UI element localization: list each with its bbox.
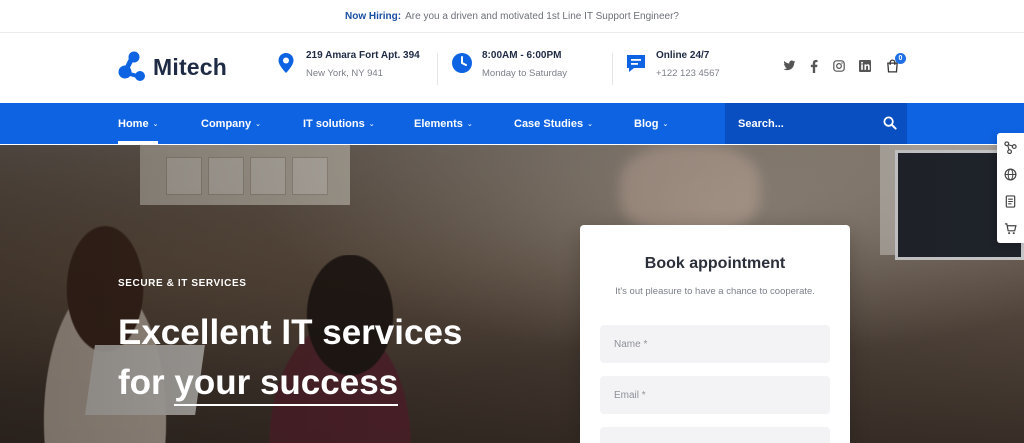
nav-item-home[interactable]: Home ⌄ bbox=[118, 103, 159, 144]
globe-icon[interactable] bbox=[1004, 168, 1017, 181]
header-support: Online 24/7 +122 123 4567 bbox=[625, 50, 720, 80]
nav-label: IT solutions bbox=[303, 117, 365, 130]
chevron-down-icon: ⌄ bbox=[255, 120, 261, 128]
side-toolbar bbox=[997, 133, 1024, 243]
layout-tree-icon[interactable] bbox=[1004, 141, 1017, 154]
brand-name: Mitech bbox=[153, 53, 228, 80]
nav-label: Case Studies bbox=[514, 117, 584, 130]
address-line1: 219 Amara Fort Apt. 394 bbox=[306, 50, 420, 61]
logo-mark-icon bbox=[118, 51, 145, 81]
nav-item-case-studies[interactable]: Case Studies ⌄ bbox=[514, 103, 593, 144]
headline-underlined: your success bbox=[174, 363, 399, 406]
facebook-icon[interactable] bbox=[807, 59, 821, 73]
search-box bbox=[725, 103, 907, 144]
chevron-down-icon: ⌄ bbox=[152, 120, 159, 128]
announcement-bar: Now Hiring: Are you a driven and motivat… bbox=[0, 0, 1024, 33]
search-icon[interactable] bbox=[883, 116, 897, 130]
document-icon[interactable] bbox=[1004, 195, 1017, 208]
chat-icon bbox=[627, 55, 645, 72]
nav-label: Blog bbox=[634, 117, 659, 130]
headline-line2: for your success bbox=[118, 358, 462, 408]
header-divider bbox=[612, 53, 613, 85]
chevron-down-icon: ⌄ bbox=[466, 120, 473, 128]
hero-headline: Excellent IT services for your success bbox=[118, 308, 462, 408]
clock-icon bbox=[452, 53, 472, 73]
main-navigation: Home ⌄ Company ⌄ IT solutions ⌄ Elements ⌄ C… bbox=[0, 103, 1024, 144]
chevron-down-icon: ⌄ bbox=[587, 120, 593, 128]
header-hours: 8:00AM - 6:00PM Monday to Saturday bbox=[451, 50, 567, 80]
support-line2[interactable]: +122 123 4567 bbox=[656, 68, 720, 80]
search-input[interactable] bbox=[738, 117, 873, 130]
header-address: 219 Amara Fort Apt. 394 New York, NY 941 bbox=[275, 50, 420, 80]
cart-icon[interactable] bbox=[1004, 222, 1017, 235]
nav-item-blog[interactable]: Blog ⌄ bbox=[634, 103, 668, 144]
appointment-title: Book appointment bbox=[644, 255, 786, 272]
header-divider bbox=[437, 53, 438, 85]
map-pin-icon bbox=[278, 53, 294, 73]
email-field[interactable] bbox=[600, 376, 830, 414]
nav-item-elements[interactable]: Elements ⌄ bbox=[414, 103, 473, 144]
site-header: Mitech 219 Amara Fort Apt. 394 New York,… bbox=[0, 33, 1024, 103]
instagram-icon[interactable] bbox=[832, 59, 846, 73]
chevron-down-icon: ⌄ bbox=[368, 120, 375, 128]
twitter-icon[interactable] bbox=[782, 59, 796, 73]
nav-label: Elements bbox=[414, 117, 463, 130]
nav-label: Home bbox=[118, 117, 149, 130]
headline-line1: Excellent IT services bbox=[118, 313, 463, 352]
hero-section: SECURE & IT SERVICES Excellent IT servic… bbox=[0, 145, 1024, 443]
hours-line2: Monday to Saturday bbox=[482, 68, 568, 79]
appointment-subtitle: It's out pleasure to have a chance to co… bbox=[615, 286, 815, 297]
shopping-bag-icon[interactable]: 0 bbox=[885, 53, 906, 73]
name-field[interactable] bbox=[600, 325, 830, 363]
next-field[interactable] bbox=[600, 427, 830, 443]
nav-item-company[interactable]: Company ⌄ bbox=[201, 103, 261, 144]
appointment-form-card: Book appointment It's out pleasure to ha… bbox=[580, 225, 850, 443]
cart-count-badge: 0 bbox=[895, 53, 906, 64]
nav-item-it-solutions[interactable]: IT solutions ⌄ bbox=[303, 103, 375, 144]
support-line1: Online 24/7 bbox=[656, 50, 710, 61]
hours-line1: 8:00AM - 6:00PM bbox=[482, 50, 562, 61]
linkedin-icon[interactable] bbox=[858, 59, 872, 73]
announcement-highlight[interactable]: Now Hiring: bbox=[345, 11, 401, 22]
headline-prefix: for bbox=[118, 363, 175, 402]
brand-logo[interactable]: Mitech bbox=[118, 51, 227, 83]
hero-eyebrow: SECURE & IT SERVICES bbox=[118, 278, 247, 289]
nav-label: Company bbox=[201, 117, 252, 130]
announcement-text[interactable]: Are you a driven and motivated 1st Line … bbox=[405, 11, 679, 22]
chevron-down-icon: ⌄ bbox=[662, 120, 669, 128]
address-line2: New York, NY 941 bbox=[306, 68, 383, 79]
